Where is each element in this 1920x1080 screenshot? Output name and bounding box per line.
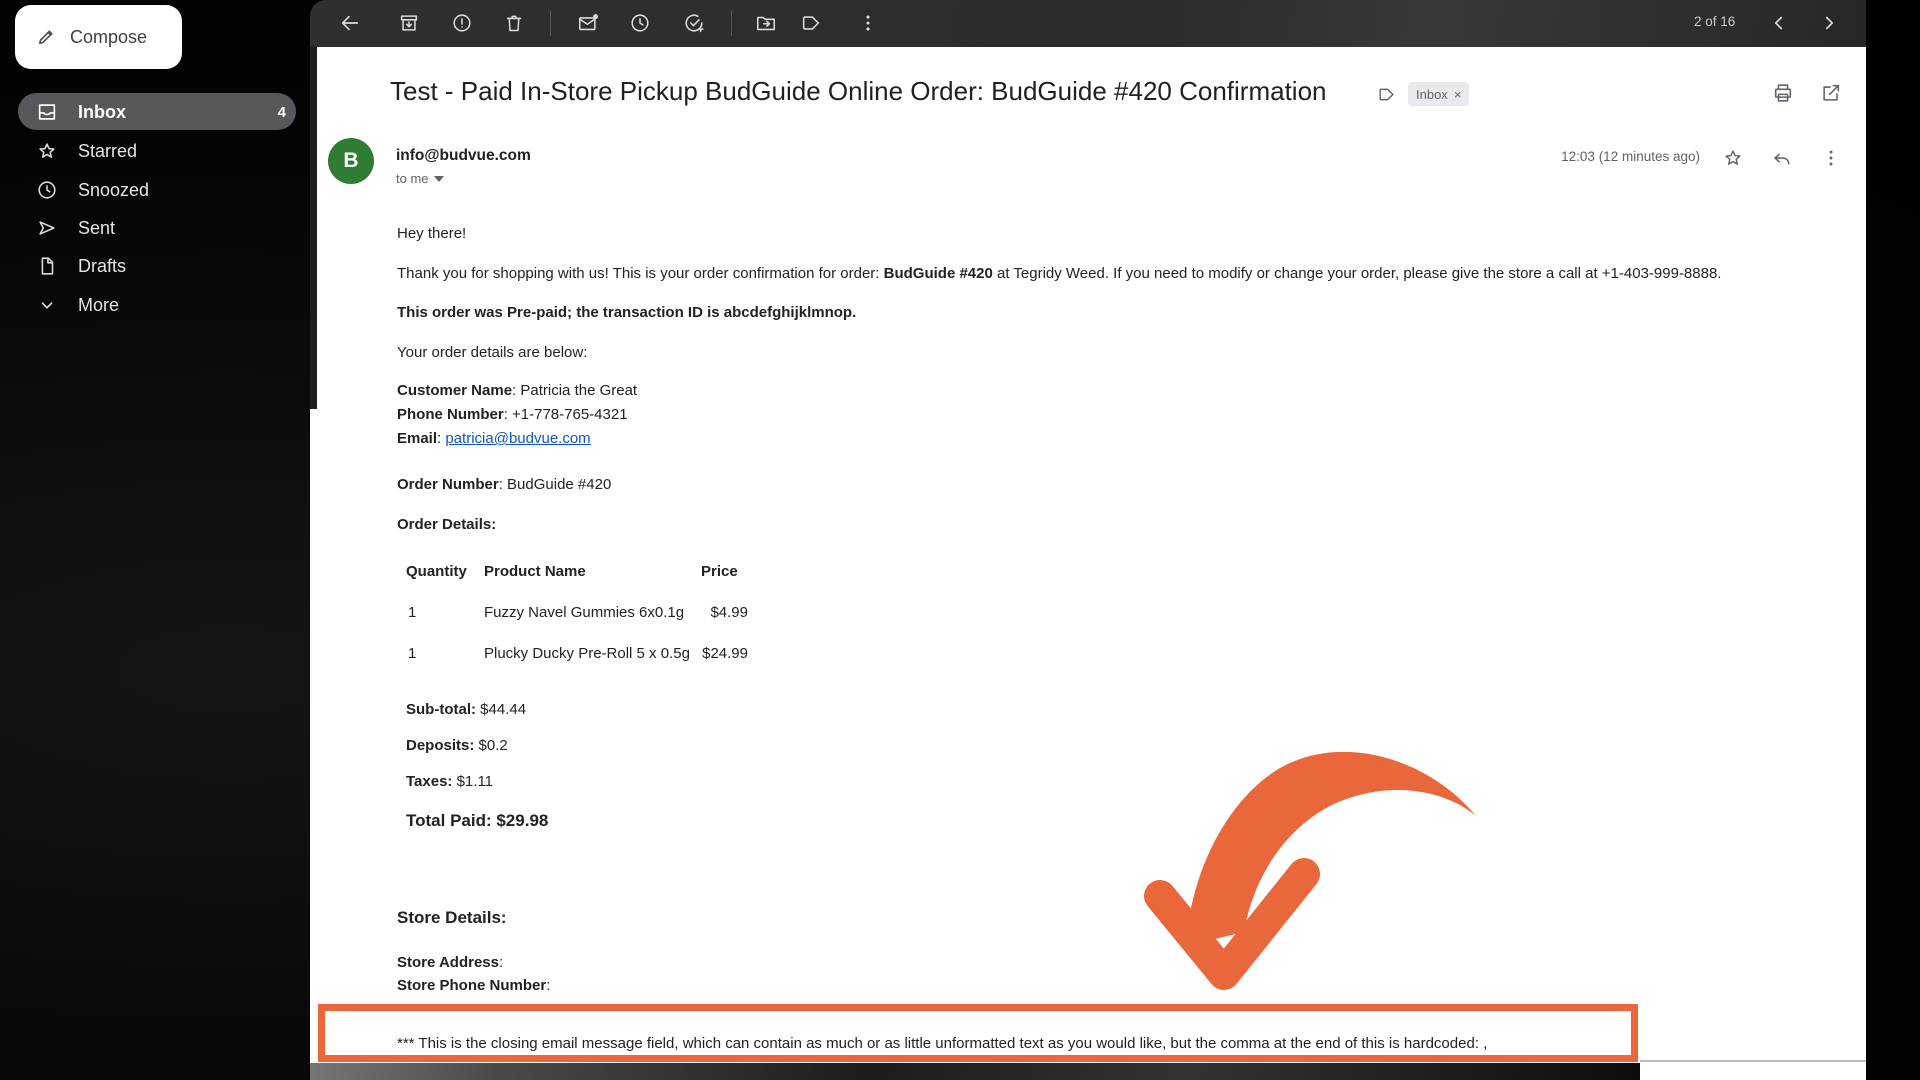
snooze-icon[interactable] <box>629 12 651 34</box>
sender-email: info@budvue.com <box>396 147 531 164</box>
deposits-line: Deposits: $0.2 <box>406 737 508 754</box>
content-bottom-rule <box>1640 1060 1866 1062</box>
star-icon <box>36 140 58 162</box>
taxes-line: Taxes: $1.11 <box>406 773 494 790</box>
wallpaper-strip <box>310 1063 1640 1080</box>
sender-avatar[interactable]: B <box>328 138 374 184</box>
open-in-new-icon[interactable] <box>1820 82 1842 104</box>
back-icon[interactable] <box>339 12 361 34</box>
report-spam-icon[interactable] <box>451 12 473 34</box>
store-address-line: Store Address: <box>397 954 504 971</box>
total-paid-line: Total Paid: $29.98 <box>406 811 549 830</box>
inbox-label-chip[interactable]: Inbox × <box>1408 82 1470 106</box>
col-header-quantity: Quantity <box>406 563 467 580</box>
order-details-heading: Order Details: <box>397 516 497 533</box>
order-number-line: Order Number: BudGuide #420 <box>397 476 612 493</box>
scrollbar[interactable] <box>310 47 317 409</box>
sidebar-item-label: More <box>78 294 120 315</box>
customer-name-line: Customer Name: Patricia the Great <box>397 382 638 399</box>
label-icon[interactable] <box>800 12 822 34</box>
star-message-icon[interactable] <box>1722 147 1744 169</box>
sidebar-item-more[interactable]: More <box>0 286 310 324</box>
col-header-product: Product Name <box>484 563 586 580</box>
greeting-text: Hey there! <box>397 225 467 242</box>
archive-icon[interactable] <box>398 12 420 34</box>
mail-toolbar: 2 of 16 <box>310 0 1866 47</box>
closing-message-text: *** This is the closing email message fi… <box>397 1035 1488 1052</box>
sidebar-item-sent[interactable]: Sent <box>0 209 310 247</box>
subtotal-line: Sub-total: $44.44 <box>406 701 527 718</box>
clock-icon <box>36 179 58 201</box>
row-product: Fuzzy Navel Gummies 6x0.1g <box>484 604 685 621</box>
order-ref: BudGuide #420 <box>883 265 993 282</box>
more-options-icon[interactable] <box>857 12 879 34</box>
sidebar-item-label: Drafts <box>78 255 127 276</box>
annotation-arrow <box>1144 751 1476 990</box>
email-timestamp: 12:03 (12 minutes ago) <box>1561 149 1700 164</box>
newer-chevron-icon[interactable] <box>1768 12 1790 34</box>
row-qty: 1 <box>408 645 417 662</box>
sidebar-item-label: Inbox <box>78 101 126 122</box>
delete-icon[interactable] <box>503 12 525 34</box>
col-header-price: Price <box>701 563 738 580</box>
mark-unread-icon[interactable] <box>577 12 599 34</box>
sidebar-item-label: Starred <box>78 140 138 161</box>
email-line: Email: patricia@budvue.com <box>397 430 591 447</box>
chip-label: Inbox <box>1416 86 1448 102</box>
message-menu-icon[interactable] <box>1820 147 1842 169</box>
sidebar-item-label: Snoozed <box>78 179 150 200</box>
store-details-heading: Store Details: <box>397 908 507 927</box>
sidebar-item-inbox[interactable]: Inbox 4 <box>0 93 310 131</box>
customer-email-link[interactable]: patricia@budvue.com <box>445 430 590 447</box>
row-price: $4.99 <box>710 604 748 621</box>
sidebar-item-snoozed[interactable]: Snoozed <box>0 171 310 209</box>
inbox-unread-count: 4 <box>277 103 286 121</box>
compose-button[interactable]: Compose <box>15 5 182 69</box>
details-intro-text: Your order details are below: <box>397 344 588 361</box>
reply-icon[interactable] <box>1770 147 1792 169</box>
add-to-tasks-icon[interactable] <box>683 12 705 34</box>
move-to-icon[interactable] <box>755 12 777 34</box>
toolbar-divider <box>731 11 732 36</box>
row-price: $24.99 <box>702 645 748 662</box>
recipient-label: to me <box>396 171 429 186</box>
inbox-icon <box>36 101 58 123</box>
pencil-icon <box>39 30 53 44</box>
recipient-caret-icon <box>433 175 444 182</box>
chip-remove-icon[interactable]: × <box>1454 87 1462 102</box>
phone-number-line: Phone Number: +1-778-765-4321 <box>397 406 628 423</box>
sidebar-item-drafts[interactable]: Drafts <box>0 247 310 285</box>
email-subject: Test - Paid In-Store Pickup BudGuide Onl… <box>390 76 1327 106</box>
avatar-initial: B <box>343 149 359 172</box>
prepaid-text: This order was Pre-paid; the transaction… <box>397 304 857 321</box>
pagination-label: 2 of 16 <box>1694 14 1736 29</box>
row-qty: 1 <box>408 604 417 621</box>
sidebar-item-starred[interactable]: Starred <box>0 132 310 170</box>
toolbar-divider <box>550 11 551 36</box>
print-icon[interactable] <box>1772 82 1794 104</box>
recipient-row[interactable]: to me <box>396 171 444 186</box>
sidebar-item-label: Sent <box>78 217 116 238</box>
compose-label: Compose <box>70 26 148 47</box>
send-icon <box>36 217 58 239</box>
older-chevron-icon[interactable] <box>1818 12 1840 34</box>
store-phone-line: Store Phone Number: <box>397 977 551 994</box>
chevron-down-icon <box>36 294 58 316</box>
thanks-paragraph: Thank you for shopping with us! This is … <box>397 265 1722 282</box>
file-icon <box>36 255 58 277</box>
subject-label-icon[interactable] <box>1377 85 1396 104</box>
gmail-screen: Compose Inbox 4 Starred Snoozed Sent Dra… <box>0 0 1920 1080</box>
